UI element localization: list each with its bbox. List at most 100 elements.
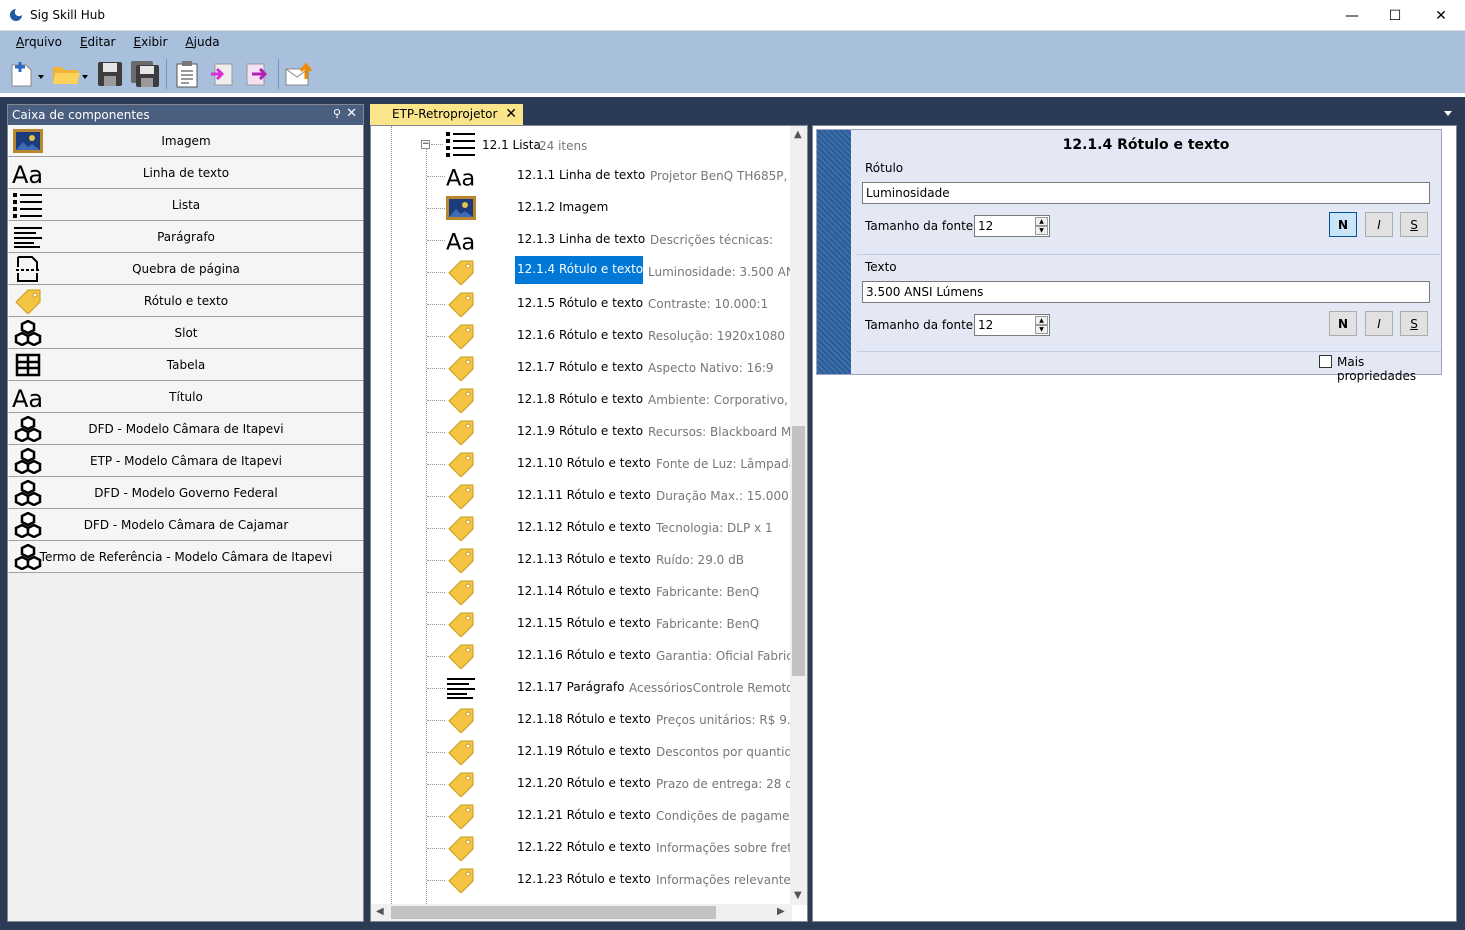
text-bold-button[interactable]: N <box>1329 311 1357 336</box>
text-underline-button[interactable]: S <box>1400 311 1428 336</box>
tree-node[interactable]: 12.1.6 Rótulo e texto Resolução: 1920x108… <box>371 320 791 352</box>
tree-node[interactable]: 12.1.23 Rótulo e texto Informações releva… <box>371 864 791 896</box>
tree-node[interactable]: 12.1.18 Rótulo e texto Preços unitários: … <box>371 704 791 736</box>
tree-horizontal-scrollbar[interactable]: ◀ ▶ <box>371 904 792 921</box>
tree-node[interactable]: 12.1.17 Parágrafo AcessóriosControle Remo… <box>371 672 791 704</box>
tab-etp-retroprojetor[interactable]: ETP-Retroprojetor ✕ <box>370 104 523 125</box>
tree-node[interactable]: 12.1.14 Rótulo e texto Fabricante: BenQ <box>371 576 791 608</box>
open-dropdown-arrow[interactable] <box>82 75 88 79</box>
new-document-button[interactable] <box>6 58 44 90</box>
text-field[interactable]: 3.500 ANSI Lúmens <box>862 281 1430 303</box>
tree-node[interactable]: 12.1.13 Rótulo e texto Ruído: 29.0 dB <box>371 544 791 576</box>
tree-node[interactable]: 12.1.2 Imagem <box>371 192 791 224</box>
component-item[interactable]: Aa Linha de texto <box>8 157 363 189</box>
component-item[interactable]: Lista <box>8 189 363 221</box>
scroll-up-icon[interactable]: ▲ <box>794 129 802 140</box>
tree-node[interactable]: 12.1.12 Rótulo e texto Tecnologia: DLP x … <box>371 512 791 544</box>
component-item[interactable]: Tabela <box>8 349 363 381</box>
clipboard-button[interactable] <box>171 58 203 90</box>
label-italic-button[interactable]: I <box>1365 212 1393 237</box>
tree-node[interactable]: 12.1.20 Rótulo e texto Prazo de entrega: … <box>371 768 791 800</box>
scroll-down-icon[interactable]: ▼ <box>794 890 802 901</box>
scroll-thumb[interactable] <box>391 906 716 919</box>
tree-node[interactable]: 12.1.4 Rótulo e texto Luminosidade: 3.500… <box>371 256 791 288</box>
tree-node[interactable]: Aa 12.1.3 Linha de texto Descrições técnic… <box>371 224 791 256</box>
component-label: DFD - Modelo Câmara de Itapevi <box>88 421 284 436</box>
pin-icon[interactable]: ⚲ <box>333 107 341 120</box>
tree-guide <box>427 240 445 241</box>
new-dropdown-arrow[interactable] <box>38 75 44 79</box>
menu-ajuda[interactable]: Ajuda <box>176 31 228 53</box>
collapse-icon[interactable]: − <box>421 140 430 149</box>
component-item[interactable]: Rótulo e texto <box>8 285 363 317</box>
component-item[interactable]: DFD - Modelo Governo Federal <box>8 477 363 509</box>
spin-down-icon[interactable]: ▼ <box>1035 226 1048 235</box>
tree-node[interactable]: 12.1.22 Rótulo e texto Informações sobre … <box>371 832 791 864</box>
scroll-thumb[interactable] <box>792 426 805 676</box>
toolbar-separator <box>278 59 279 89</box>
maximize-button[interactable]: ☐ <box>1372 0 1418 31</box>
close-icon[interactable]: ✕ <box>346 106 357 121</box>
tree-node[interactable]: Aa 12.1.1 Linha de texto Projetor BenQ TH6… <box>371 160 791 192</box>
tree-node[interactable]: 12.1.11 Rótulo e texto Duração Max.: 15.0… <box>371 480 791 512</box>
tree-node[interactable]: 12.1.19 Rótulo e texto Descontos por quan… <box>371 736 791 768</box>
spin-up-icon[interactable]: ▲ <box>1035 217 1048 226</box>
tree-node[interactable]: 12.1.9 Rótulo e texto Recursos: Blackboar… <box>371 416 791 448</box>
component-item[interactable]: Parágrafo <box>8 221 363 253</box>
tree-node[interactable]: 12.1.5 Rótulo e texto Contraste: 10.000:1 <box>371 288 791 320</box>
close-button[interactable]: ✕ <box>1418 0 1464 31</box>
component-item[interactable]: Imagem <box>8 125 363 157</box>
component-item[interactable]: Slot <box>8 317 363 349</box>
open-button[interactable] <box>50 58 88 90</box>
export-button[interactable] <box>241 58 273 90</box>
text-italic-button[interactable]: I <box>1365 311 1393 336</box>
scroll-right-icon[interactable]: ▶ <box>777 906 785 917</box>
label-font-size-stepper[interactable]: 12 ▲ ▼ <box>974 215 1050 237</box>
label-bold-button[interactable]: N <box>1329 212 1357 237</box>
more-properties-label[interactable]: Mais propriedades <box>1337 355 1441 383</box>
tab-label: ETP-Retroprojetor <box>392 107 498 121</box>
list-icon <box>445 130 477 158</box>
tree-node[interactable]: 12.1.10 Rótulo e texto Fonte de Luz: Lâmp… <box>371 448 791 480</box>
spin-down-icon[interactable]: ▼ <box>1035 325 1048 334</box>
tab-list-dropdown-icon[interactable] <box>1444 111 1452 116</box>
page-break-icon <box>11 254 45 284</box>
tree-node-parent[interactable]: − 12.1 Lista 24 itens <box>371 128 791 160</box>
label-underline-button[interactable]: S <box>1400 212 1428 237</box>
tree-guide <box>427 304 445 305</box>
scroll-left-icon[interactable]: ◀ <box>376 906 384 917</box>
tree-node-desc: Fonte de Luz: Lâmpada <box>656 457 791 471</box>
spin-up-icon[interactable]: ▲ <box>1035 316 1048 325</box>
tree-vertical-scrollbar[interactable]: ▲ ▼ <box>790 126 807 905</box>
send-button[interactable] <box>283 58 315 90</box>
toolbox-header: Caixa de componentes ⚲ ✕ <box>8 105 363 125</box>
tree-node[interactable]: 12.1.15 Rótulo e texto Fabricante: BenQ <box>371 608 791 640</box>
tree-node[interactable]: 12.1.7 Rótulo e texto Aspecto Nativo: 16:… <box>371 352 791 384</box>
import-button[interactable] <box>206 58 238 90</box>
save-all-button[interactable] <box>129 58 161 90</box>
tab-close-icon[interactable]: ✕ <box>505 106 517 122</box>
component-item[interactable]: DFD - Modelo Câmara de Itapevi <box>8 413 363 445</box>
minimize-button[interactable]: — <box>1329 0 1375 31</box>
document-tree[interactable]: − 12.1 Lista 24 itens Aa 12.1.1 Linha de … <box>370 125 808 922</box>
more-properties-checkbox[interactable] <box>1319 355 1332 368</box>
component-label: Termo de Referência - Modelo Câmara de I… <box>39 549 333 564</box>
component-item[interactable]: ETP - Modelo Câmara de Itapevi <box>8 445 363 477</box>
text-line-icon: Aa <box>445 225 477 255</box>
component-item[interactable]: Termo de Referência - Modelo Câmara de I… <box>8 541 363 573</box>
save-all-icon <box>131 61 159 87</box>
tree-node-name: 12.1.23 Rótulo e texto <box>517 872 651 886</box>
menu-arquivo[interactable]: Arquivo <box>0 31 71 53</box>
menu-exibir[interactable]: Exibir <box>125 31 177 53</box>
tree-guide <box>427 560 445 561</box>
component-item[interactable]: Quebra de página <box>8 253 363 285</box>
save-button[interactable] <box>94 58 126 90</box>
text-font-size-stepper[interactable]: 12 ▲ ▼ <box>974 314 1050 336</box>
component-item[interactable]: Aa Título <box>8 381 363 413</box>
component-item[interactable]: DFD - Modelo Câmara de Cajamar <box>8 509 363 541</box>
tree-node[interactable]: 12.1.16 Rótulo e texto Garantia: Oficial … <box>371 640 791 672</box>
menu-editar[interactable]: Editar <box>71 31 125 53</box>
tree-node[interactable]: 12.1.21 Rótulo e texto Condições de pagam… <box>371 800 791 832</box>
label-field[interactable]: Luminosidade <box>862 182 1430 204</box>
tree-node[interactable]: 12.1.8 Rótulo e texto Ambiente: Corporati… <box>371 384 791 416</box>
